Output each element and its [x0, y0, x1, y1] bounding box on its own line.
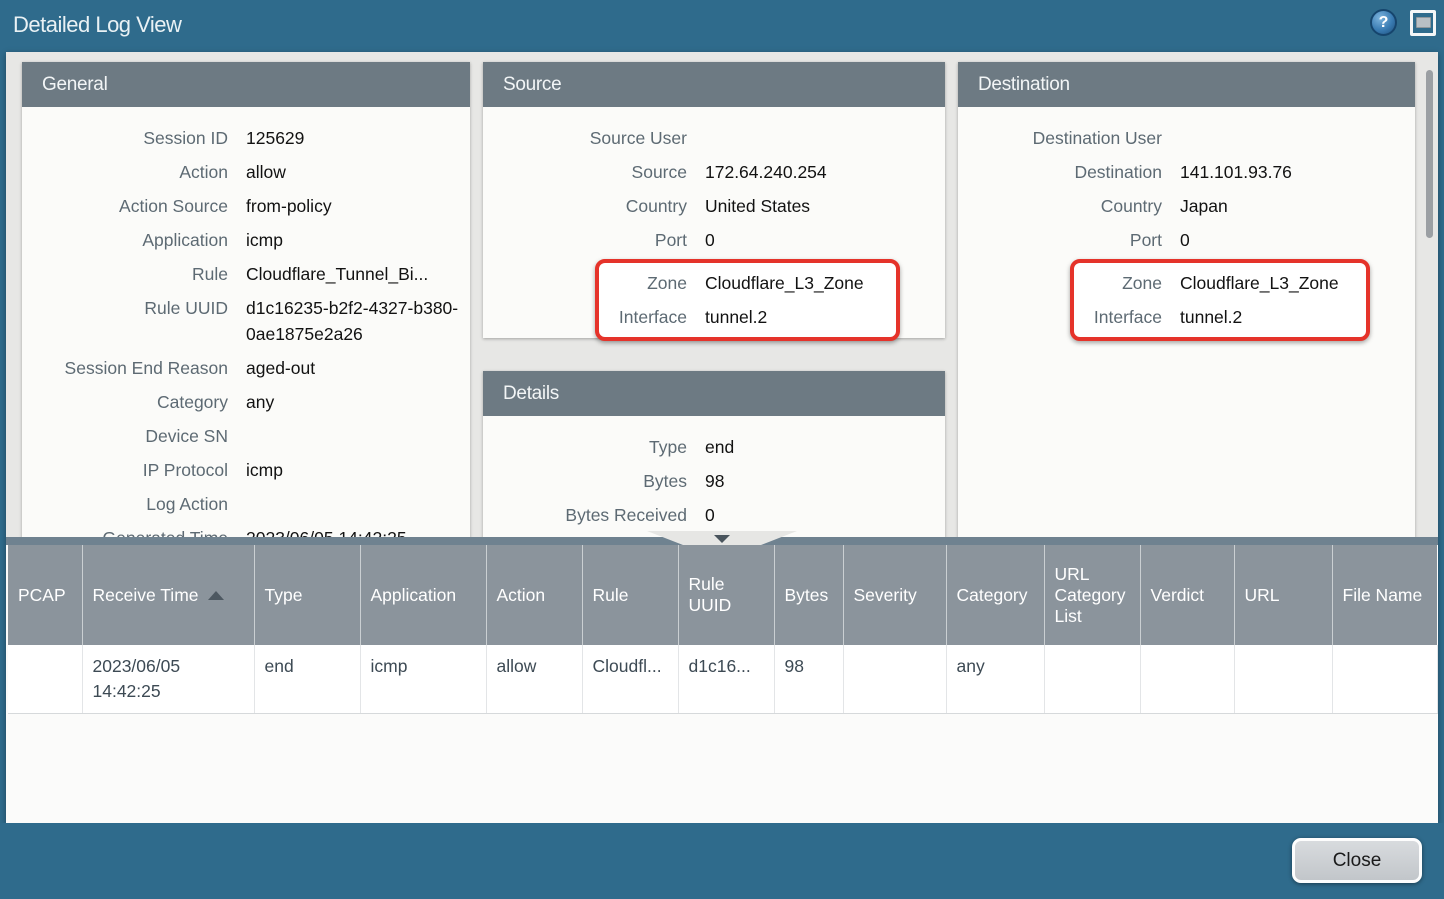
sort-ascending-icon: [208, 591, 224, 600]
field-source-user: Source User: [483, 121, 945, 155]
cell-receive-time: 2023/06/05 14:42:25: [82, 645, 254, 714]
field-source-zone: ZoneCloudflare_L3_Zone: [599, 266, 892, 300]
field-rule: RuleCloudflare_Tunnel_Bi...: [22, 257, 470, 291]
field-destination-country: CountryJapan: [958, 189, 1415, 223]
cell-application: icmp: [360, 645, 486, 714]
col-header-verdict[interactable]: Verdict: [1140, 545, 1234, 645]
cell-type: end: [254, 645, 360, 714]
col-header-category[interactable]: Category: [946, 545, 1044, 645]
field-action: Actionallow: [22, 155, 470, 189]
cell-url-category-list: [1044, 645, 1140, 714]
field-source-port: Port0: [483, 223, 945, 257]
field-log-action: Log Action: [22, 487, 470, 521]
log-detail-section: General Session ID125629 Actionallow Act…: [6, 52, 1438, 537]
dialog-titlebar: Detailed Log View ?: [0, 0, 1444, 52]
section-splitter[interactable]: [6, 537, 1438, 545]
col-header-receive-time[interactable]: Receive Time: [82, 545, 254, 645]
field-ip-protocol: IP Protocolicmp: [22, 453, 470, 487]
field-device-sn: Device SN: [22, 419, 470, 453]
field-type: Typeend: [483, 430, 945, 464]
cell-file-name: [1332, 645, 1437, 714]
cell-action: allow: [486, 645, 582, 714]
col-header-url-category-list[interactable]: URL Category List: [1044, 545, 1140, 645]
general-panel-header: General: [22, 62, 470, 107]
col-header-url[interactable]: URL: [1234, 545, 1332, 645]
field-destination: Destination141.101.93.76: [958, 155, 1415, 189]
source-zone-interface-highlight: ZoneCloudflare_L3_Zone Interfacetunnel.2: [595, 259, 900, 341]
window-popout-icon-inner: [1416, 17, 1431, 28]
collapse-handle[interactable]: [647, 531, 797, 545]
source-panel: Source Source User Source172.64.240.254 …: [483, 62, 945, 338]
source-panel-header: Source: [483, 62, 945, 107]
log-table-section: PCAP Receive Time Type Application Actio…: [6, 545, 1438, 823]
field-session-id: Session ID125629: [22, 121, 470, 155]
field-destination-user: Destination User: [958, 121, 1415, 155]
destination-panel-header: Destination: [958, 62, 1415, 107]
cell-pcap: [8, 645, 82, 714]
field-application: Applicationicmp: [22, 223, 470, 257]
field-generated-time: Generated Time2023/06/05 14:42:25: [22, 521, 470, 537]
log-table-row[interactable]: 2023/06/05 14:42:25 end icmp allow Cloud…: [8, 645, 1437, 714]
col-header-action[interactable]: Action: [486, 545, 582, 645]
col-header-severity[interactable]: Severity: [843, 545, 946, 645]
cell-category: any: [946, 645, 1044, 714]
field-source-country: CountryUnited States: [483, 189, 945, 223]
field-destination-interface: Interfacetunnel.2: [1074, 300, 1362, 334]
field-bytes: Bytes98: [483, 464, 945, 498]
help-icon[interactable]: ?: [1370, 9, 1397, 36]
cell-rule-uuid: d1c16...: [678, 645, 774, 714]
details-panel-header: Details: [483, 371, 945, 416]
dialog-footer: Close: [0, 823, 1444, 899]
field-bytes-received: Bytes Received0: [483, 498, 945, 532]
col-header-bytes[interactable]: Bytes: [774, 545, 843, 645]
cell-bytes: 98: [774, 645, 843, 714]
detail-scrollbar-track[interactable]: [1426, 64, 1434, 524]
col-header-pcap[interactable]: PCAP: [8, 545, 82, 645]
cell-rule: Cloudfl...: [582, 645, 678, 714]
field-category: Categoryany: [22, 385, 470, 419]
dialog-title: Detailed Log View: [13, 0, 181, 50]
cell-url: [1234, 645, 1332, 714]
field-action-source: Action Sourcefrom-policy: [22, 189, 470, 223]
col-header-application[interactable]: Application: [360, 545, 486, 645]
details-panel: Details Typeend Bytes98 Bytes Received0: [483, 371, 945, 537]
field-source: Source172.64.240.254: [483, 155, 945, 189]
close-button[interactable]: Close: [1292, 838, 1422, 883]
field-rule-uuid: Rule UUIDd1c16235-b2f2-4327-b380-0ae1875…: [22, 291, 470, 351]
col-header-type[interactable]: Type: [254, 545, 360, 645]
log-table-header-row: PCAP Receive Time Type Application Actio…: [8, 545, 1437, 645]
field-destination-zone: ZoneCloudflare_L3_Zone: [1074, 266, 1362, 300]
destination-zone-interface-highlight: ZoneCloudflare_L3_Zone Interfacetunnel.2: [1070, 259, 1370, 341]
cell-severity: [843, 645, 946, 714]
col-header-rule-uuid[interactable]: Rule UUID: [678, 545, 774, 645]
field-source-interface: Interfacetunnel.2: [599, 300, 892, 334]
help-glyph: ?: [1379, 14, 1389, 32]
general-panel: General Session ID125629 Actionallow Act…: [22, 62, 470, 537]
col-header-rule[interactable]: Rule: [582, 545, 678, 645]
cell-verdict: [1140, 645, 1234, 714]
destination-panel: Destination Destination User Destination…: [958, 62, 1415, 537]
col-header-file-name[interactable]: File Name: [1332, 545, 1437, 645]
window-popout-icon[interactable]: [1410, 10, 1436, 36]
chevron-down-icon: [714, 535, 730, 543]
field-session-end-reason: Session End Reasonaged-out: [22, 351, 470, 385]
field-destination-port: Port0: [958, 223, 1415, 257]
detail-scrollbar-thumb[interactable]: [1426, 70, 1433, 238]
log-table: PCAP Receive Time Type Application Actio…: [8, 545, 1438, 714]
dialog-content: General Session ID125629 Actionallow Act…: [6, 52, 1438, 823]
